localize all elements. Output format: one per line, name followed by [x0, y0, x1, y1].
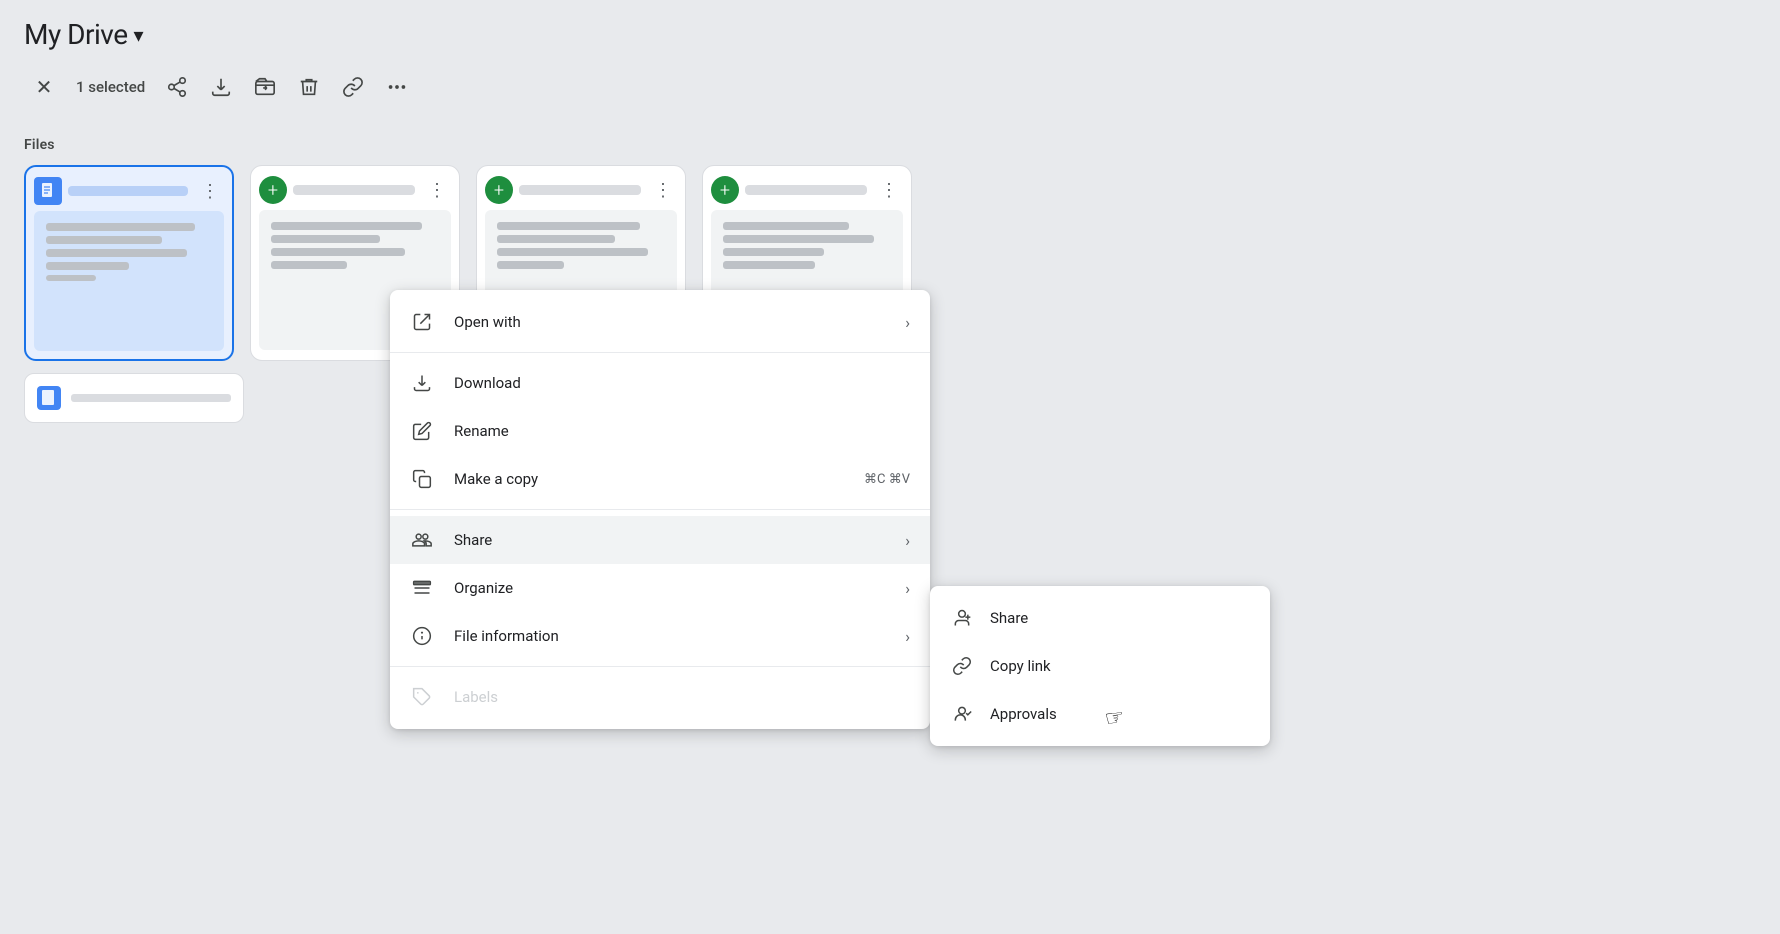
share-label: Share: [454, 531, 885, 549]
open-with-icon: [410, 310, 434, 334]
make-copy-label: Make a copy: [454, 470, 844, 488]
toolbar: ✕ 1 selected: [24, 67, 1756, 119]
copy-link-label: Copy link: [990, 657, 1051, 675]
divider-3: [390, 666, 930, 667]
person-add-icon: [950, 606, 974, 630]
copy-icon: [410, 467, 434, 491]
doc-icon-small-1: [37, 386, 61, 410]
more-options-button[interactable]: [377, 67, 417, 107]
download-icon: [410, 371, 434, 395]
selected-count: 1 selected: [76, 78, 145, 96]
file-card-3-header: + ⋮: [477, 166, 685, 206]
file-card-4-more-button[interactable]: ⋮: [875, 176, 903, 204]
context-menu: Open with › Download Rename Make: [390, 290, 930, 729]
rename-icon: [410, 419, 434, 443]
divider-2: [390, 509, 930, 510]
labels-label: Labels: [454, 688, 910, 706]
share-submenu: Share Copy link Approvals: [930, 586, 1270, 746]
share-button[interactable]: [157, 67, 197, 107]
menu-item-file-info[interactable]: File information ›: [390, 612, 930, 660]
copy-link-button[interactable]: [333, 67, 373, 107]
file-card-1[interactable]: ⋮: [24, 165, 234, 361]
file-card-3-more-button[interactable]: ⋮: [649, 176, 677, 204]
share-menu-icon: [410, 528, 434, 552]
move-to-button[interactable]: [245, 67, 285, 107]
drive-dropdown-arrow[interactable]: ▾: [134, 23, 144, 47]
link-icon: [950, 654, 974, 678]
divider-1: [390, 352, 930, 353]
file-card-small-1[interactable]: [24, 373, 244, 423]
file-card-2-header: + ⋮: [251, 166, 459, 206]
approvals-icon: [950, 702, 974, 726]
download-toolbar-button[interactable]: [201, 67, 241, 107]
menu-item-share[interactable]: Share ›: [390, 516, 930, 564]
add-icon-3: +: [485, 176, 513, 204]
share-arrow: ›: [905, 531, 910, 550]
file-name-small-1: [71, 394, 231, 402]
files-section-label: Files: [0, 129, 1780, 165]
menu-item-organize[interactable]: Organize ›: [390, 564, 930, 612]
rename-label: Rename: [454, 422, 910, 440]
header: My Drive ▾ ✕ 1 selected: [0, 0, 1780, 129]
file-card-2-more-button[interactable]: ⋮: [423, 176, 451, 204]
info-icon: [410, 624, 434, 648]
open-with-label: Open with: [454, 313, 885, 331]
menu-item-download[interactable]: Download: [390, 359, 930, 407]
submenu-item-approvals[interactable]: Approvals: [930, 690, 1270, 738]
file-card-1-preview: [34, 211, 224, 351]
download-label: Download: [454, 374, 910, 392]
submenu-item-share[interactable]: Share: [930, 594, 1270, 642]
file-info-label: File information: [454, 627, 885, 645]
organize-icon: [410, 576, 434, 600]
approvals-label: Approvals: [990, 705, 1057, 723]
file-card-4-header: + ⋮: [703, 166, 911, 206]
file-card-1-header: ⋮: [26, 167, 232, 207]
make-copy-shortcut: ⌘C ⌘V: [864, 472, 910, 487]
title-row: My Drive ▾: [24, 18, 1756, 51]
menu-item-make-copy[interactable]: Make a copy ⌘C ⌘V: [390, 455, 930, 503]
organize-label: Organize: [454, 579, 885, 597]
add-icon-4: +: [711, 176, 739, 204]
doc-icon-1: [34, 177, 62, 205]
organize-arrow: ›: [905, 579, 910, 598]
open-with-arrow: ›: [905, 313, 910, 332]
menu-item-open-with[interactable]: Open with ›: [390, 298, 930, 346]
delete-button[interactable]: [289, 67, 329, 107]
menu-item-rename[interactable]: Rename: [390, 407, 930, 455]
close-selection-button[interactable]: ✕: [24, 67, 64, 107]
submenu-share-label: Share: [990, 609, 1028, 627]
menu-item-labels[interactable]: Labels: [390, 673, 930, 721]
labels-icon: [410, 685, 434, 709]
file-info-arrow: ›: [905, 627, 910, 646]
file-card-1-more-button[interactable]: ⋮: [196, 177, 224, 205]
add-icon-2: +: [259, 176, 287, 204]
submenu-item-copy-link[interactable]: Copy link: [930, 642, 1270, 690]
page-title: My Drive: [24, 18, 128, 51]
